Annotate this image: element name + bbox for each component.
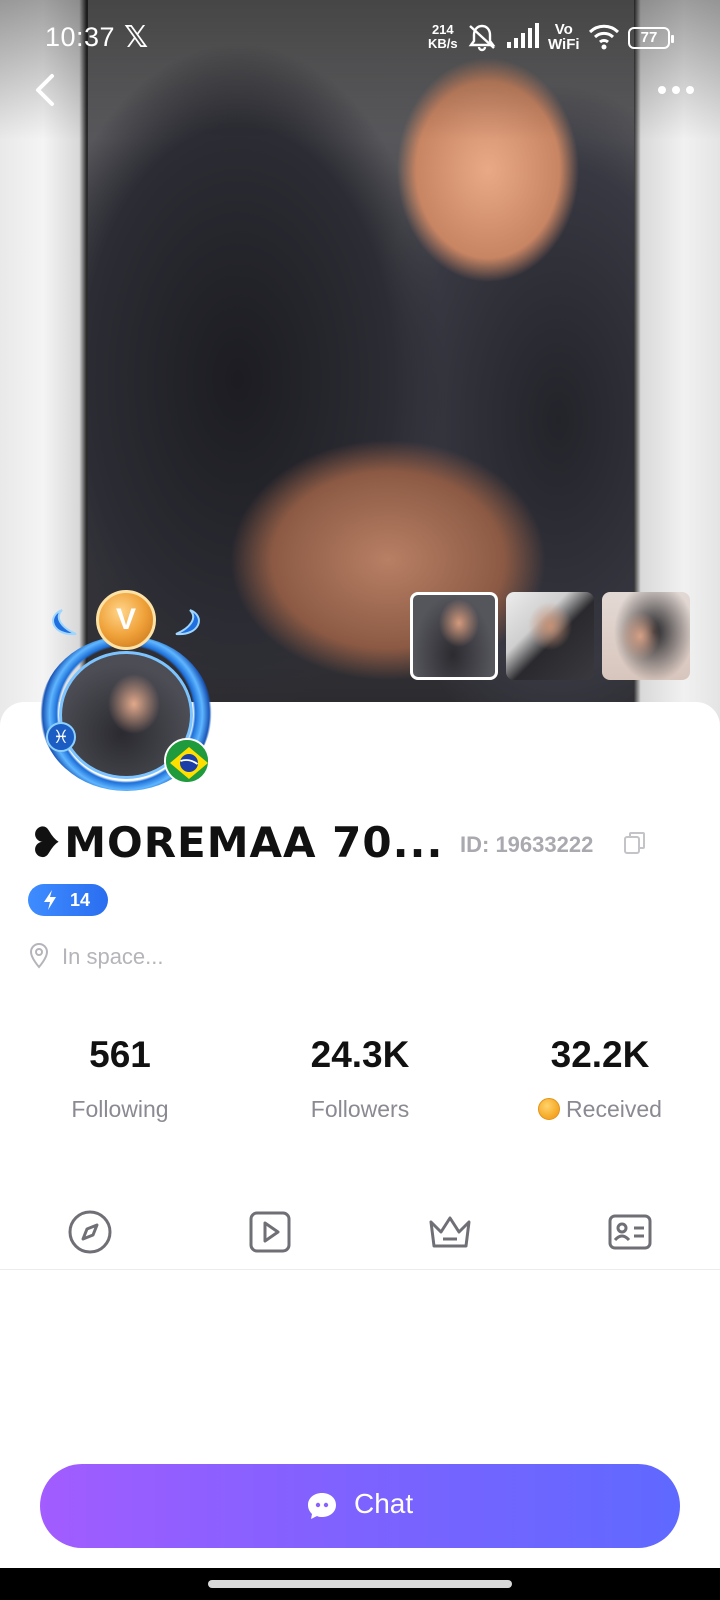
system-navigation-bar: [0, 1568, 720, 1600]
stat-followers-label: Followers: [310, 1096, 410, 1122]
video-icon: [249, 1211, 291, 1253]
more-options-button[interactable]: [652, 72, 702, 108]
avatar-frame[interactable]: V ♓: [36, 590, 216, 796]
tab-vip[interactable]: [426, 1208, 474, 1256]
chevron-left-icon: [36, 74, 54, 106]
profile-tabs: [0, 1200, 720, 1270]
stat-received-label-wrap: Received: [480, 1096, 720, 1123]
stat-following-label: Following: [71, 1096, 169, 1122]
chat-button[interactable]: Chat: [40, 1464, 680, 1548]
stat-received[interactable]: 32.2K Received: [480, 1034, 720, 1123]
location-pin-icon: [29, 942, 49, 969]
more-horizontal-icon: [658, 86, 694, 94]
frame-left-horn-icon: [52, 609, 77, 636]
photo-thumbnail[interactable]: [602, 592, 690, 680]
coin-icon: [538, 1098, 561, 1120]
name-row: ❥MOREMAA 70... ID: 19633222: [28, 818, 708, 868]
stat-received-value: 32.2K: [550, 1034, 650, 1075]
stat-followers-value: 24.3K: [310, 1034, 410, 1075]
vowifi-indicator: Vo WiFi: [548, 22, 580, 52]
compass-icon: [68, 1210, 112, 1254]
tab-profile-card[interactable]: [606, 1208, 654, 1256]
vowifi-bottom-text: WiFi: [548, 36, 580, 53]
lightning-icon: [44, 890, 56, 910]
network-speed-value: 214: [431, 22, 454, 37]
battery-indicator: 77: [628, 27, 674, 49]
chat-bubble-icon: [308, 1493, 336, 1519]
back-button[interactable]: [26, 66, 66, 114]
brazil-flag-icon: [164, 738, 210, 784]
level-number: 14: [70, 890, 91, 910]
photo-thumbnail[interactable]: [506, 592, 594, 680]
pisces-zodiac-icon: ♓: [46, 722, 76, 752]
stat-received-label: Received: [566, 1096, 662, 1122]
stat-following[interactable]: 561 Following: [0, 1034, 240, 1123]
status-bar: 10:37 𝕏 214 KB/s Vo WiFi 77: [0, 0, 720, 76]
home-gesture-pill[interactable]: [208, 1580, 512, 1588]
network-speed: 214 KB/s: [428, 23, 458, 51]
stat-followers[interactable]: 24.3K Followers: [240, 1034, 480, 1123]
copy-id-button[interactable]: [622, 830, 648, 856]
stat-following-value: 561: [89, 1034, 151, 1075]
tab-compass[interactable]: [66, 1208, 114, 1256]
level-badge[interactable]: 14: [28, 884, 108, 916]
photo-thumbnail[interactable]: [410, 592, 498, 680]
tab-videos[interactable]: [246, 1208, 294, 1256]
vip-badge: V: [96, 590, 156, 650]
location-text: In space...: [62, 944, 164, 969]
username: ❥MOREMAA 70...: [28, 818, 444, 867]
profile-card-icon: [608, 1214, 652, 1250]
signal-icon: [507, 23, 539, 48]
chat-button-label: Chat: [354, 1488, 414, 1519]
photo-thumbnails: [410, 592, 694, 680]
user-id: ID: 19633222: [460, 832, 594, 857]
network-speed-unit: KB/s: [428, 36, 458, 51]
frame-right-horn-icon: [175, 609, 200, 636]
crown-icon: [429, 1216, 471, 1248]
wifi-icon: [588, 24, 620, 50]
mute-bell-icon: [468, 24, 496, 52]
status-time: 10:37: [45, 22, 116, 52]
x-logo-icon: 𝕏: [124, 21, 149, 54]
copy-icon: [624, 832, 645, 854]
